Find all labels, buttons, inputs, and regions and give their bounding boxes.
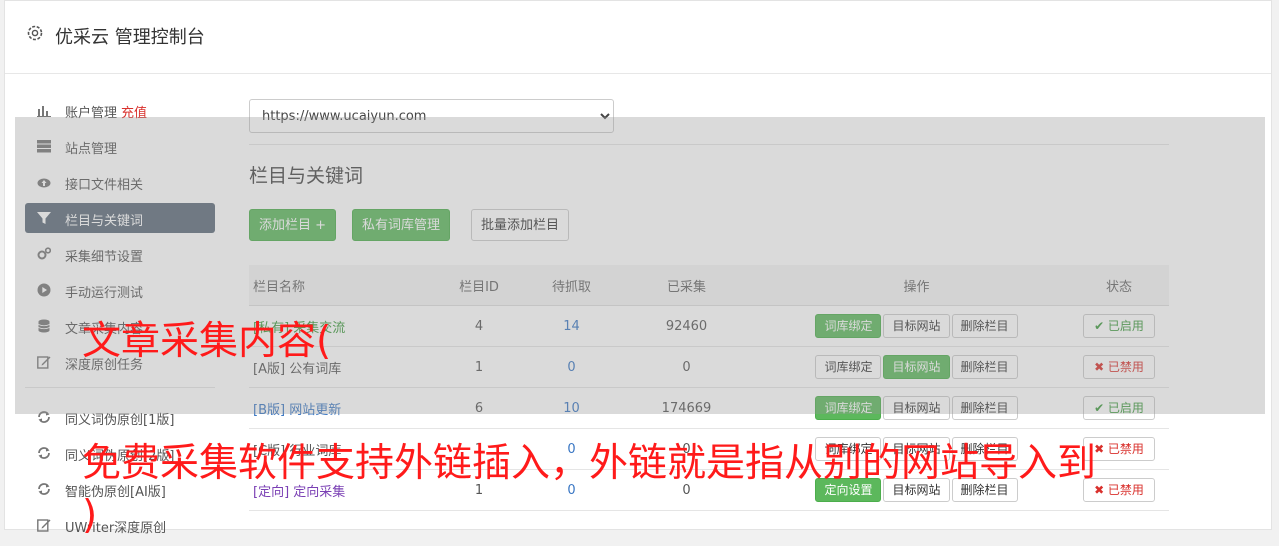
row-actions: 词库绑定 目标网站 删除栏目 — [764, 346, 1069, 388]
col-header-collected: 已采集 — [609, 265, 764, 306]
collected-count: 174669 — [609, 387, 764, 429]
table-row: [A版] 公有词库 1 0 0 词库绑定 目标网站 删除栏目 ✖ 已禁用 — [249, 346, 1169, 388]
sidebar-divider — [25, 387, 215, 388]
sidebar-item-synonym-v1[interactable]: 同义词伪原创[1版] — [25, 402, 215, 432]
sidebar-item-manual-run[interactable]: 手动运行测试 — [25, 275, 215, 305]
status-cell: ✔ 已启用 — [1069, 387, 1169, 429]
sidebar-item-label: 账户管理 — [65, 106, 118, 121]
refresh-icon — [38, 411, 50, 423]
table-header-row: 栏目名称 栏目ID 待抓取 已采集 操作 状态 — [249, 265, 1169, 306]
app-title: 优采云 管理控制台 — [55, 27, 205, 48]
batch-add-button[interactable]: 批量添加栏目 — [471, 209, 570, 241]
target-site-button[interactable]: 目标网站 — [883, 355, 950, 379]
divider — [249, 144, 1169, 145]
database-icon — [38, 319, 50, 333]
column-id: 6 — [424, 387, 534, 429]
column-tag: [B版] — [253, 402, 286, 418]
status-cell: ✔ 已启用 — [1069, 305, 1169, 347]
edit-icon — [37, 356, 51, 369]
site-select[interactable]: https://www.ucaiyun.com — [249, 99, 614, 133]
bind-lexicon-button[interactable]: 词库绑定 — [815, 314, 882, 338]
pending-count[interactable]: 10 — [534, 387, 609, 429]
play-circle-icon — [37, 283, 51, 297]
column-id: 4 — [424, 305, 534, 347]
collected-count: 92460 — [609, 305, 764, 347]
sidebar-item-columns[interactable]: 栏目与关键词 — [25, 203, 215, 233]
server-icon — [37, 140, 51, 153]
status-cell: ✖ 已禁用 — [1069, 346, 1169, 388]
pending-count[interactable]: 14 — [534, 305, 609, 347]
target-site-button[interactable]: 目标网站 — [883, 396, 950, 420]
sidebar-item-label: UWriter深度原创 — [65, 521, 167, 536]
column-title: 网站更新 — [289, 402, 342, 418]
column-title: 定向采集 — [293, 484, 346, 500]
sidebar-item-label: 站点管理 — [65, 142, 118, 157]
collected-count: 0 — [609, 346, 764, 388]
sidebar-item-label: 栏目与关键词 — [65, 214, 144, 229]
private-lib-button[interactable]: 私有词库管理 — [352, 209, 451, 241]
sidebar-item-uwriter[interactable]: UWriter深度原创 — [25, 510, 215, 540]
status-toggle[interactable]: ✔ 已启用 — [1083, 314, 1155, 338]
col-header-id: 栏目ID — [424, 265, 534, 306]
sidebar-item-account[interactable]: 账户管理 充值 — [25, 95, 215, 125]
column-id: 1 — [424, 346, 534, 388]
column-name[interactable]: [B版] 网站更新 — [249, 387, 424, 429]
bind-lexicon-button[interactable]: 词库绑定 — [815, 355, 882, 379]
delete-column-button[interactable]: 删除栏目 — [951, 396, 1018, 420]
bind-lexicon-button[interactable]: 词库绑定 — [815, 396, 882, 420]
add-column-button[interactable]: 添加栏目 + — [249, 209, 337, 241]
overlay-caption-line2: 免费采集软件支持外链插入，外链就是指从别的网站导入到 — [82, 441, 1097, 486]
col-header-name: 栏目名称 — [249, 265, 424, 306]
status-toggle[interactable]: ✔ 已启用 — [1083, 396, 1155, 420]
sidebar-item-label: 接口文件相关 — [65, 178, 144, 193]
sidebar-item-label: 手动运行测试 — [65, 286, 144, 301]
delete-column-button[interactable]: 删除栏目 — [951, 355, 1018, 379]
filter-icon — [37, 212, 51, 224]
recharge-link[interactable]: 充值 — [121, 106, 147, 121]
page-title: 栏目与关键词 — [249, 165, 364, 187]
col-header-ops: 操作 — [764, 265, 1069, 306]
col-header-status: 状态 — [1069, 265, 1169, 306]
refresh-icon — [38, 447, 50, 459]
bar-chart-icon — [37, 106, 51, 117]
cloud-upload-icon — [37, 178, 51, 188]
gear-icon — [27, 25, 43, 41]
overlay-caption-line1: 文章采集内容( — [82, 319, 332, 364]
col-header-pending: 待抓取 — [534, 265, 609, 306]
refresh-icon — [38, 483, 50, 495]
sidebar-item-interface[interactable]: 接口文件相关 — [25, 167, 215, 197]
sidebar-item-collect-settings[interactable]: 采集细节设置 — [25, 239, 215, 269]
table-row: [私有] 采集交流 4 14 92460 词库绑定 目标网站 删除栏目 ✔ 已启用 — [249, 305, 1169, 347]
sidebar-item-label: 采集细节设置 — [65, 250, 144, 265]
table-row: [B版] 网站更新 6 10 174669 词库绑定 目标网站 删除栏目 ✔ 已启用 — [249, 387, 1169, 429]
sidebar-item-label: 同义词伪原创[1版] — [65, 413, 175, 428]
column-tag: [定向] — [253, 484, 290, 500]
header: 优采云 管理控制台 — [5, 1, 1271, 74]
status-toggle[interactable]: ✖ 已禁用 — [1083, 355, 1155, 379]
gears-icon — [37, 247, 51, 260]
overlay-caption-line3: ) — [82, 493, 98, 538]
target-site-button[interactable]: 目标网站 — [883, 314, 950, 338]
row-actions: 词库绑定 目标网站 删除栏目 — [764, 387, 1069, 429]
row-actions: 词库绑定 目标网站 删除栏目 — [764, 305, 1069, 347]
sidebar-item-sites[interactable]: 站点管理 — [25, 131, 215, 161]
pending-count[interactable]: 0 — [534, 346, 609, 388]
delete-column-button[interactable]: 删除栏目 — [951, 314, 1018, 338]
